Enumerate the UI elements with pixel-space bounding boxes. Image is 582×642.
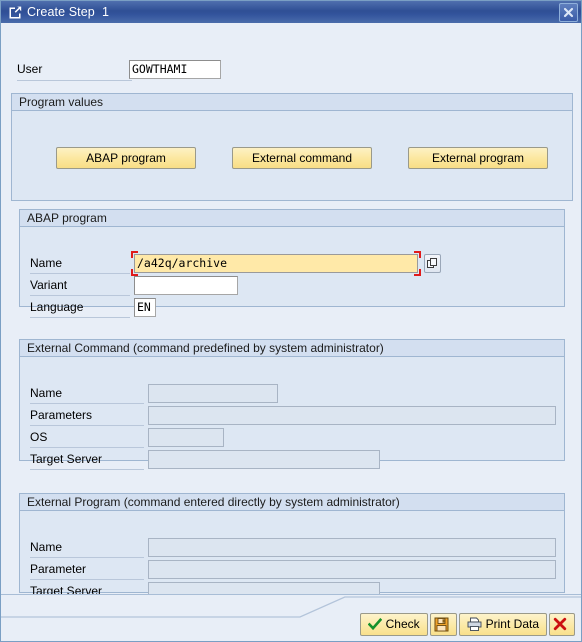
external-command-name-row: Name: [30, 383, 278, 403]
save-button[interactable]: [429, 612, 457, 636]
external-command-os-input[interactable]: [148, 427, 224, 447]
external-program-name-label: Name: [30, 540, 63, 554]
external-command-parameters-label: Parameters: [30, 408, 93, 422]
ec-label-rule-4: [30, 469, 144, 470]
external-command-group: External Command (command predefined by …: [19, 339, 565, 470]
user-label: User: [17, 62, 43, 76]
window-titlebar: Create Step 1: [1, 1, 581, 23]
user-input[interactable]: [129, 59, 221, 79]
external-program-target-server-input[interactable]: [148, 581, 380, 594]
abap-language-label: Language: [30, 300, 84, 314]
external-command-target-server-row: Target Server: [30, 449, 380, 469]
external-program-target-server-label: Target Server: [30, 584, 103, 594]
ep-label-rule-1: [30, 557, 144, 558]
search-help-icon[interactable]: [424, 253, 441, 273]
external-command-name-input[interactable]: [148, 383, 278, 403]
print-data-button[interactable]: Print Data: [458, 612, 547, 636]
external-program-name-input[interactable]: [148, 537, 556, 557]
ec-label-rule-2: [30, 425, 144, 426]
abap-label-rule-1: [30, 273, 130, 274]
external-program-name-row: Name: [30, 537, 556, 557]
ec-label-rule-3: [30, 447, 144, 448]
external-command-os-row: OS: [30, 427, 224, 447]
dialog-body: User Program values ABAP program Externa…: [1, 23, 581, 594]
external-command-target-server-label: Target Server: [30, 452, 103, 466]
abap-name-input[interactable]: [134, 253, 418, 273]
window-title: Create Step 1: [27, 5, 110, 19]
external-program-group: External Program (command entered direct…: [19, 493, 565, 594]
external-command-button[interactable]: External command: [232, 147, 372, 169]
external-program-legend: External Program (command entered direct…: [20, 494, 564, 511]
abap-variant-label: Variant: [30, 278, 68, 292]
close-icon[interactable]: [559, 2, 578, 22]
external-command-name-label: Name: [30, 386, 63, 400]
abap-program-button[interactable]: ABAP program: [56, 147, 196, 169]
check-button[interactable]: Check: [359, 612, 428, 636]
program-values-group: Program values ABAP program External com…: [11, 93, 573, 201]
user-label-rule: [17, 80, 132, 81]
dialog-footer: Check Print Data: [1, 594, 581, 641]
ec-label-rule-1: [30, 403, 144, 404]
abap-name-label: Name: [30, 256, 63, 270]
abap-program-legend: ABAP program: [20, 210, 564, 227]
external-program-button[interactable]: External program: [408, 147, 548, 169]
create-step-icon: [9, 5, 22, 18]
external-command-parameters-row: Parameters: [30, 405, 556, 425]
external-command-parameters-input[interactable]: [148, 405, 556, 425]
user-field-row: User: [17, 59, 557, 79]
abap-name-row: Name: [30, 250, 441, 276]
external-command-target-server-input[interactable]: [148, 449, 380, 469]
program-values-legend: Program values: [12, 94, 572, 111]
red-x-icon: [553, 617, 567, 631]
external-program-parameter-input[interactable]: [148, 559, 556, 579]
program-type-button-row: ABAP program External command External p…: [12, 147, 572, 169]
abap-variant-row: Variant: [30, 275, 238, 295]
abap-program-group: ABAP program Name /a42q/archive Variant …: [19, 209, 565, 318]
abap-language-row: Language: [30, 297, 156, 317]
dialog-toolbar: Check Print Data: [359, 612, 575, 636]
print-data-button-label: Print Data: [485, 617, 539, 631]
printer-icon: [467, 617, 482, 631]
ep-label-rule-2: [30, 579, 144, 580]
cancel-button[interactable]: [549, 612, 575, 636]
abap-variant-input[interactable]: [134, 275, 238, 295]
abap-label-rule-2: [30, 295, 130, 296]
create-step-dialog: Create Step 1 User Program values ABAP p…: [0, 0, 582, 642]
external-command-legend: External Command (command predefined by …: [20, 340, 564, 357]
save-disk-icon: [434, 617, 449, 631]
external-program-target-server-row: Target Server: [30, 581, 380, 594]
green-check-icon: [367, 617, 382, 630]
external-command-os-label: OS: [30, 430, 48, 444]
abap-language-input[interactable]: [134, 297, 156, 317]
abap-name-focus-frame: [131, 250, 421, 276]
external-program-parameter-row: Parameter: [30, 559, 556, 579]
external-program-parameter-label: Parameter: [30, 562, 87, 576]
abap-label-rule-3: [30, 317, 130, 318]
check-button-label: Check: [385, 617, 420, 631]
